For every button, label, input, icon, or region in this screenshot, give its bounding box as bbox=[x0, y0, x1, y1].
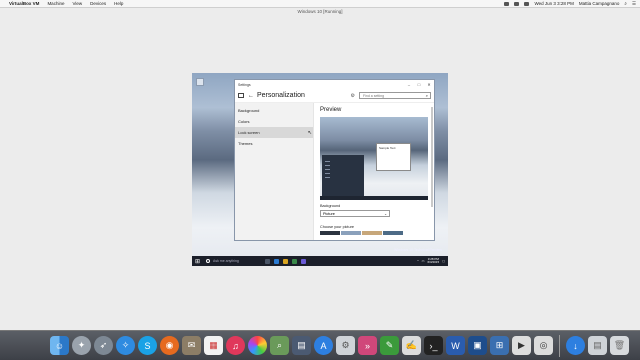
background-label: Background bbox=[320, 204, 341, 208]
windows-vm-icon[interactable]: ⊞ bbox=[490, 336, 509, 355]
sidebar-item-colors[interactable]: Colors bbox=[235, 116, 313, 127]
textedit-icon[interactable]: ✍ bbox=[402, 336, 421, 355]
picture-thumbnail[interactable] bbox=[320, 231, 340, 235]
downloads-icon[interactable]: ↓ bbox=[566, 336, 585, 355]
content-scrollbar[interactable] bbox=[431, 107, 433, 207]
maximize-button[interactable]: □ bbox=[414, 82, 424, 87]
back-arrow-icon[interactable]: ← bbox=[248, 93, 254, 99]
menubar-tray: Wed Jun 3 3:28 PM Mattia Campagnano ⌕ ☰ bbox=[504, 1, 636, 7]
page-title: Personalization bbox=[257, 92, 305, 99]
skype-icon[interactable]: S bbox=[138, 336, 157, 355]
spotlight-icon[interactable]: ⌕ bbox=[624, 1, 627, 6]
settings-titlebar[interactable]: Settings – □ ✕ bbox=[235, 80, 434, 89]
finder-icon[interactable]: ☺ bbox=[50, 336, 69, 355]
sidebar-item-label: Lock screen bbox=[238, 130, 260, 135]
preview-taskbar bbox=[320, 196, 428, 200]
system-preferences-icon[interactable]: ⚙ bbox=[336, 336, 355, 355]
minimize-button[interactable]: – bbox=[404, 82, 414, 87]
terminal-icon[interactable]: ›_ bbox=[424, 336, 443, 355]
rocket-icon[interactable]: ➶ bbox=[94, 336, 113, 355]
settings-content: Preview Sample Text Background Picture ⌄ bbox=[314, 103, 434, 240]
picture-thumbnail[interactable] bbox=[383, 231, 403, 235]
menu-app-name[interactable]: VirtualBox VM bbox=[9, 1, 39, 6]
picture-thumbnails bbox=[320, 231, 428, 235]
task-view-icon[interactable] bbox=[265, 258, 270, 264]
wifi-icon[interactable] bbox=[504, 1, 510, 6]
cortana-icon[interactable] bbox=[206, 259, 210, 263]
menu-view[interactable]: View bbox=[72, 1, 82, 6]
menu-machine[interactable]: Machine bbox=[47, 1, 64, 6]
battery-icon[interactable] bbox=[524, 1, 530, 6]
preview-start-menu bbox=[322, 155, 364, 199]
preview-sample-window: Sample Text bbox=[376, 143, 411, 171]
preview-icon[interactable]: ⌕ bbox=[270, 336, 289, 355]
folder-icon[interactable]: ▤ bbox=[588, 336, 607, 355]
windows-start-icon[interactable]: ⊞ bbox=[195, 258, 203, 265]
tray-chevron-icon[interactable]: ^ bbox=[417, 259, 418, 263]
menubar-user[interactable]: Mattia Campagnano bbox=[579, 1, 620, 6]
background-select-value: Picture bbox=[323, 212, 335, 216]
sidebar-item-themes[interactable]: Themes bbox=[235, 138, 313, 149]
picture-thumbnail[interactable] bbox=[362, 231, 382, 235]
chevron-down-icon: ⌄ bbox=[384, 212, 387, 216]
taskbar-tray: ^ ▭ 3:28 PM 6/3/2015 ▢ bbox=[417, 257, 445, 265]
store-icon[interactable] bbox=[292, 258, 297, 264]
photos-icon[interactable] bbox=[248, 336, 267, 355]
menubar-datetime[interactable]: Wed Jun 3 3:28 PM bbox=[534, 1, 573, 6]
taskbar-clock[interactable]: 3:28 PM 6/3/2015 bbox=[427, 257, 440, 265]
menu-devices[interactable]: Devices bbox=[90, 1, 106, 6]
taskbar-search[interactable]: Ask me anything bbox=[213, 259, 263, 263]
tray-network-icon[interactable]: ▭ bbox=[422, 259, 425, 263]
search-icon[interactable]: ⌕ bbox=[426, 93, 428, 99]
home-icon[interactable] bbox=[238, 93, 244, 98]
vm-watermark: Windows 10 Technical Preview bbox=[394, 248, 442, 252]
gear-icon: ⚙ bbox=[350, 92, 355, 99]
launchpad-icon[interactable]: ✦ bbox=[72, 336, 91, 355]
edge-icon[interactable] bbox=[274, 258, 279, 264]
windows-taskbar: ⊞ Ask me anything ^ ▭ 3:28 PM 6/3/2015 ▢ bbox=[192, 256, 448, 266]
explorer-icon[interactable] bbox=[283, 258, 288, 264]
itunes-icon[interactable]: ♫ bbox=[226, 336, 245, 355]
search-input[interactable]: Find a setting ⌕ bbox=[359, 92, 431, 99]
search-placeholder: Find a setting bbox=[363, 94, 385, 98]
menu-help[interactable]: Help bbox=[114, 1, 123, 6]
picture-thumbnail[interactable] bbox=[341, 231, 361, 235]
choose-picture-label: Choose your picture bbox=[320, 225, 354, 229]
firefox-icon[interactable]: ◉ bbox=[160, 336, 179, 355]
taskbar-date: 6/3/2015 bbox=[427, 260, 440, 264]
settings-sidebar: Background Colors Lock screen ↖ Themes bbox=[235, 103, 314, 240]
vm-window-title: Windows 10 [Running] bbox=[297, 9, 343, 14]
settings-header: ← Personalization ⚙ Find a setting ⌕ bbox=[235, 89, 434, 103]
dock-separator bbox=[559, 334, 560, 357]
mission-control-icon[interactable]: ▤ bbox=[292, 336, 311, 355]
camera-icon[interactable]: ▶ bbox=[512, 336, 531, 355]
preview-sample-text: Sample Text bbox=[379, 146, 396, 150]
settings-window: Settings – □ ✕ ← Personalization ⚙ Find … bbox=[234, 79, 435, 241]
trash-icon[interactable]: 🗑 bbox=[610, 336, 629, 355]
close-button[interactable]: ✕ bbox=[424, 82, 434, 87]
sidebar-item-lock-screen[interactable]: Lock screen ↖ bbox=[235, 127, 313, 138]
safari-icon[interactable]: ✧ bbox=[116, 336, 135, 355]
virtualbox-icon[interactable]: ▣ bbox=[468, 336, 487, 355]
sidebar-item-background[interactable]: Background bbox=[235, 105, 313, 116]
background-select[interactable]: Picture ⌄ bbox=[320, 210, 390, 217]
settings-taskbar-icon[interactable] bbox=[301, 258, 306, 264]
word-icon[interactable]: W bbox=[446, 336, 465, 355]
notification-center-icon[interactable]: ☰ bbox=[632, 1, 636, 7]
mail-icon[interactable]: ✉ bbox=[182, 336, 201, 355]
mac-dock: ☺ ✦ ➶ ✧ S ◉ ✉ ▦ ♫ ⌕ ▤ A ⚙ » ✎ ✍ ›_ W ▣ ⊞… bbox=[0, 330, 640, 360]
volume-icon[interactable] bbox=[514, 1, 520, 6]
settings-window-title: Settings bbox=[238, 82, 251, 87]
pocket-icon[interactable]: » bbox=[358, 336, 377, 355]
evernote-icon[interactable]: ✎ bbox=[380, 336, 399, 355]
mac-menu-bar: VirtualBox VM Machine View Devices Help … bbox=[0, 0, 640, 8]
action-center-icon[interactable]: ▢ bbox=[442, 259, 445, 263]
preview-image: Sample Text bbox=[320, 117, 428, 200]
recycle-bin-icon[interactable] bbox=[196, 78, 204, 86]
photo-booth-icon[interactable]: ◎ bbox=[534, 336, 553, 355]
app-store-icon[interactable]: A bbox=[314, 336, 333, 355]
calendar-icon[interactable]: ▦ bbox=[204, 336, 223, 355]
preview-heading: Preview bbox=[320, 107, 342, 113]
